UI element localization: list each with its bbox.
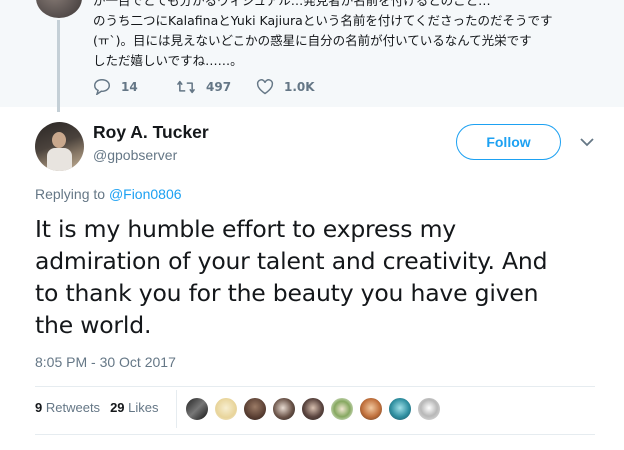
retweets-count: 9 <box>35 400 43 415</box>
liker-avatar[interactable] <box>243 397 267 421</box>
reply-count: 14 <box>121 80 138 94</box>
reply-icon <box>93 79 111 95</box>
liker-avatar[interactable] <box>417 397 441 421</box>
parent-text-line: (ㅠ`)。目には見えないどこかの惑星に自分の名前が付いているなんて光栄です <box>93 33 532 48</box>
parent-action-bar: 14 497 1.0K <box>93 79 393 99</box>
tweet-text-line: to thank you for the beauty you have giv… <box>35 279 539 307</box>
likes-count: 29 <box>110 400 125 415</box>
heart-icon <box>256 79 274 95</box>
tweet-text: It is my humble effort to express my adm… <box>35 213 615 341</box>
liker-avatar[interactable] <box>301 397 325 421</box>
tweet-text-line: the world. <box>35 311 152 339</box>
divider <box>35 386 595 387</box>
follow-button[interactable]: Follow <box>456 124 561 160</box>
avatar[interactable] <box>35 122 84 171</box>
replying-to: Replying to @Fion0806 <box>35 186 182 202</box>
retweets-label: Retweets <box>45 400 101 415</box>
likes-stat[interactable]: 29 Likes <box>110 400 158 415</box>
stats-separator <box>176 390 177 428</box>
liker-avatar[interactable] <box>272 397 296 421</box>
mention-link[interactable]: @Fion0806 <box>109 186 182 202</box>
timestamp[interactable]: 8:05 PM - 30 Oct 2017 <box>35 354 176 370</box>
divider <box>35 434 595 435</box>
parent-text-line: が一目でとても分かるヴィジュアル…発見者が名前を付けるとのこと… <box>93 0 491 8</box>
likes-label: Likes <box>128 400 159 415</box>
liker-avatar[interactable] <box>330 397 354 421</box>
user-handle[interactable]: @gpobserver <box>93 147 177 163</box>
retweet-icon <box>176 80 196 94</box>
tweet-text-line: It is my humble effort to express my <box>35 215 456 243</box>
liker-avatar[interactable] <box>359 397 383 421</box>
parent-tweet[interactable]: が一目でとても分かるヴィジュアル…発見者が名前を付けるとのこと… のうち二つにK… <box>0 0 624 112</box>
parent-text-line: のうち二つにKalafinaとYuki Kajiuraという名前を付けてくださっ… <box>93 13 553 28</box>
liker-avatar[interactable] <box>388 397 412 421</box>
reply-action[interactable]: 14 <box>93 79 138 95</box>
retweet-action[interactable]: 497 <box>176 79 231 95</box>
parent-tweet-text: が一目でとても分かるヴィジュアル…発見者が名前を付けるとのこと… のうち二つにK… <box>93 0 603 71</box>
replying-to-label: Replying to <box>35 186 106 202</box>
liker-avatar[interactable] <box>185 397 209 421</box>
display-name[interactable]: Roy A. Tucker <box>93 122 209 143</box>
retweets-stat[interactable]: 9 Retweets <box>35 400 100 415</box>
avatar-body <box>47 148 72 171</box>
tweet-text-line: admiration of your talent and creativity… <box>35 247 548 275</box>
thread-connector <box>57 20 60 112</box>
parent-avatar[interactable] <box>36 0 82 18</box>
chevron-down-icon[interactable] <box>580 137 594 147</box>
avatar-face <box>52 132 66 148</box>
liker-avatar[interactable] <box>214 397 238 421</box>
like-action[interactable]: 1.0K <box>256 79 315 95</box>
parent-text-line: しただ嬉しいですね……。 <box>93 53 243 68</box>
engagement-stats: 9 Retweets 29 Likes <box>35 400 159 415</box>
retweet-count: 497 <box>206 80 232 94</box>
like-count: 1.0K <box>284 80 315 94</box>
